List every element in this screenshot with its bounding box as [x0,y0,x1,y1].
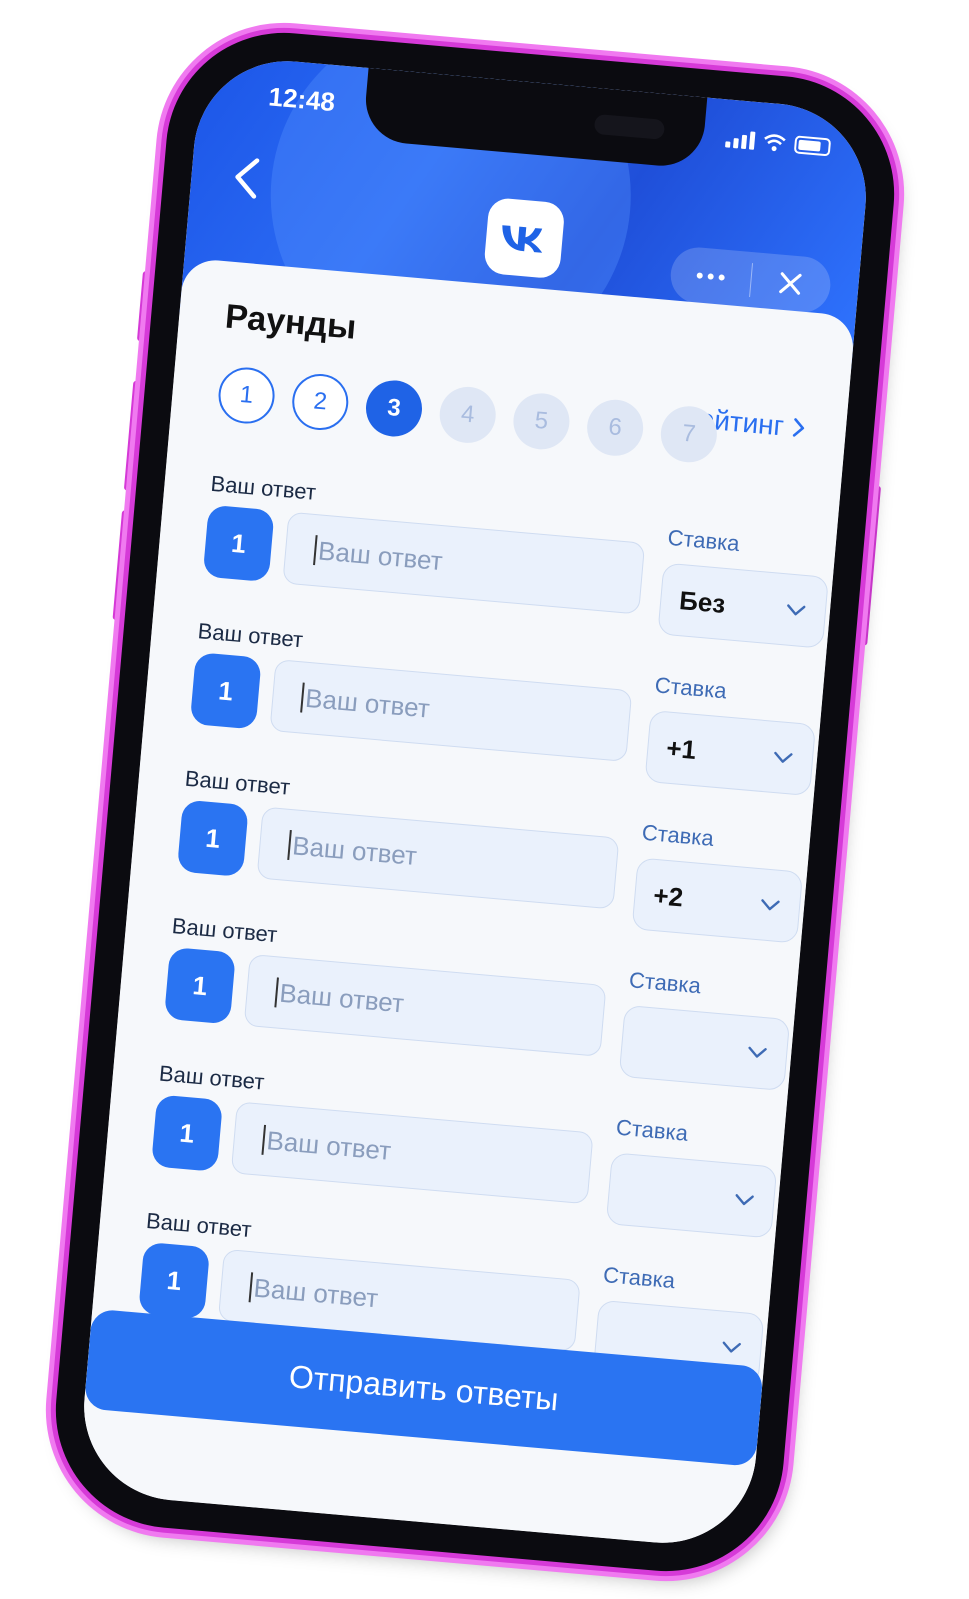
stake-label: Ставка [602,1262,677,1294]
wifi-icon [764,134,786,152]
stake-select[interactable]: +2 [631,857,804,944]
round-3[interactable]: 3 [363,378,425,439]
close-icon[interactable] [750,267,831,300]
round-selector: 1234567 [216,365,720,465]
page-title: Раунды [223,297,358,347]
screen: 12:48 Раунды Рейтинг 1 2 3 4 5 6 7 Ваш о… [76,53,874,1551]
round-1[interactable]: 1 [216,365,277,426]
stake-select[interactable] [605,1152,778,1239]
vk-logo-icon [483,196,566,280]
chevron-down-icon [761,899,780,911]
chevron-down-icon [722,1341,741,1353]
stake-label: Ставка [666,524,741,557]
answer-input[interactable]: Ваш ответ [243,953,607,1057]
status-icons [725,129,832,157]
question-number-badge: 1 [176,799,249,878]
stake-select[interactable]: Без [657,562,829,649]
battery-icon [793,135,832,157]
question-number-badge: 1 [202,504,275,583]
stake-select[interactable]: +1 [644,709,817,797]
answer-input[interactable]: Ваш ответ [256,806,620,910]
answer-placeholder: Ваш ответ [252,1272,380,1313]
answer-placeholder: Ваш ответ [304,682,432,724]
round-4[interactable]: 4 [437,384,499,446]
stake-select[interactable] [618,1004,791,1092]
round-6[interactable]: 6 [584,397,646,459]
chevron-down-icon [774,751,793,763]
chevron-down-icon [748,1046,767,1058]
stake-value: +1 [665,732,698,765]
signal-icon [725,129,756,150]
chevron-left-icon[interactable] [226,152,270,203]
round-5[interactable]: 5 [511,391,572,452]
question-number-badge: 1 [163,946,236,1025]
more-dots-icon[interactable] [671,270,751,283]
stake-label: Ставка [615,1114,690,1146]
answer-label: Ваш ответ [209,470,317,505]
chevron-down-icon [787,604,806,616]
stake-value: Без [678,584,727,619]
round-7[interactable]: 7 [658,403,720,465]
status-time: 12:48 [267,81,337,118]
answer-placeholder: Ваш ответ [265,1124,393,1166]
question-number-badge: 1 [151,1094,224,1172]
answer-placeholder: Ваш ответ [317,534,444,576]
stake-value: +2 [652,879,685,912]
stake-label: Ставка [640,819,715,851]
stake-label: Ставка [653,672,728,704]
content-sheet: Раунды Рейтинг 1234567 Ваш ответ 1 Ваш отв… [76,257,856,1551]
answer-placeholder: Ваш ответ [291,829,419,871]
phone: 12:48 Раунды Рейтинг 1 2 3 4 5 6 7 Ваш о… [46,23,904,1581]
chevron-down-icon [735,1194,754,1206]
stake-label: Ставка [628,967,702,999]
question-number-badge: 1 [138,1241,211,1320]
answer-placeholder: Ваш ответ [278,977,406,1019]
question-number-badge: 1 [189,652,262,730]
answer-input[interactable]: Ваш ответ [282,511,646,615]
answer-input[interactable]: Ваш ответ [230,1101,594,1205]
stage: 12:48 Раунды Рейтинг 1 2 3 4 5 6 7 Ваш о… [0,0,969,1599]
answer-list: Ваш ответ 1 Ваш ответ Ставка Без Ваш ответ 1 Ва… [134,470,829,1407]
answer-input[interactable]: Ваш ответ [269,659,633,763]
round-2[interactable]: 2 [289,371,351,433]
chevron-right-icon [792,418,805,437]
